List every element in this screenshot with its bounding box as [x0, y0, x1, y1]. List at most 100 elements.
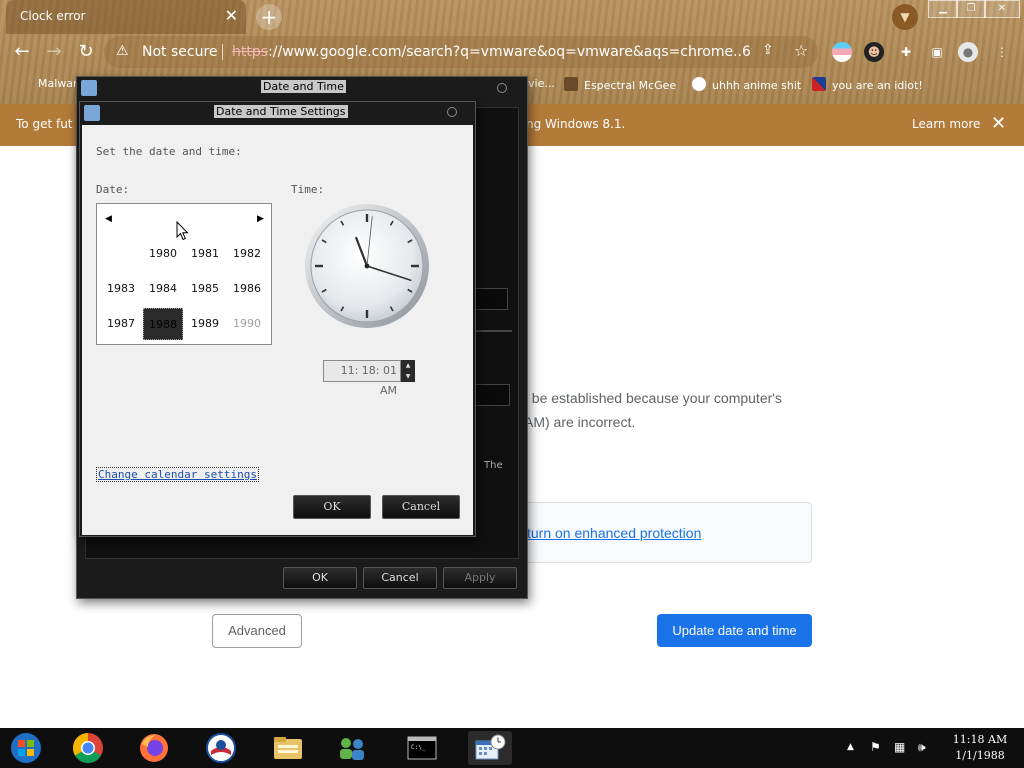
network-people-icon[interactable]	[334, 731, 370, 765]
year-cell[interactable]: 1984	[143, 273, 183, 305]
dialog-title-bar[interactable]: Date and Time	[77, 77, 527, 99]
settings-app-icon	[84, 105, 100, 121]
clock-error-description: t be established because your computer's…	[524, 386, 824, 434]
action-center-flag-icon[interactable]: ⚑	[870, 740, 881, 754]
change-calendar-settings-link[interactable]: Change calendar settings	[96, 467, 259, 482]
year-cell[interactable]: 1982	[227, 238, 267, 270]
url-scheme: https	[232, 44, 269, 60]
enhanced-protection-link[interactable]: turn on enhanced protection	[527, 525, 701, 541]
bookmark-item[interactable]: Espectral McGee	[564, 77, 676, 92]
time-down-arrow-icon[interactable]: ▼	[401, 371, 415, 382]
security-label[interactable]: Not secure	[142, 44, 218, 60]
year-cell-next-decade[interactable]: 1990	[227, 308, 267, 340]
network-icon[interactable]: ▦	[894, 740, 905, 754]
time-up-arrow-icon[interactable]: ▲	[401, 360, 415, 371]
cmd-icon[interactable]: C:\_	[404, 731, 440, 765]
share-icon[interactable]: ⇪	[762, 42, 774, 58]
apply-button: Apply	[443, 567, 517, 589]
date-time-icon[interactable]	[468, 731, 512, 765]
bookmark-item[interactable]: you are an idiot!	[812, 77, 923, 92]
mouse-cursor-icon	[176, 221, 189, 241]
avatar-extension-icon[interactable]: ☻	[864, 42, 884, 62]
advanced-button[interactable]: Advanced	[212, 614, 302, 648]
tab-clock-error[interactable]: Clock error ✕	[6, 0, 246, 34]
enhanced-protection-box: turn on enhanced protection	[508, 502, 812, 563]
year-cell[interactable]: 1983	[101, 273, 141, 305]
menu-dots-icon[interactable]: ⋮	[992, 42, 1012, 62]
chrome-icon[interactable]	[70, 731, 106, 765]
back-arrow-icon[interactable]: ←	[10, 40, 34, 64]
year-cell[interactable]: 1981	[185, 238, 225, 270]
error-line-2: AM) are incorrect.	[524, 414, 636, 430]
url-text[interactable]: https://www.google.com/search?q=vmware&o…	[232, 44, 752, 60]
update-date-time-button[interactable]: Update date and time	[657, 614, 812, 647]
restore-button[interactable]: ❐	[956, 0, 986, 18]
year-cell[interactable]: 1986	[227, 273, 267, 305]
obama-icon[interactable]	[203, 731, 239, 765]
forward-arrow-icon[interactable]: →	[42, 40, 66, 64]
firefox-icon[interactable]	[136, 731, 172, 765]
clock-center	[364, 263, 370, 269]
tab-search-chevron-icon[interactable]: ▼	[892, 4, 918, 30]
windows-start-icon[interactable]	[8, 731, 44, 765]
change-time-zone-ghost[interactable]	[474, 384, 510, 406]
profile-avatar-icon[interactable]: ●	[958, 42, 978, 62]
address-bar[interactable]: ⚠ Not secure https://www.google.com/sear…	[104, 36, 818, 68]
selected-year-cell[interactable]: 1988	[143, 308, 183, 340]
date-and-time-settings-dialog: Date and Time Settings Set the date and …	[79, 101, 476, 537]
tab-close-icon[interactable]: ✕	[225, 6, 238, 26]
minimize-button[interactable]: ▁	[928, 0, 958, 18]
bookmark-favicon-icon	[812, 77, 826, 91]
svg-text:C:\_: C:\_	[411, 744, 426, 751]
settings-ok-button[interactable]: OK	[293, 495, 371, 519]
learn-more-link[interactable]: Learn more	[912, 117, 980, 131]
bookmark-favicon-icon	[564, 77, 578, 91]
bookmark-star-icon[interactable]: ☆	[794, 41, 808, 60]
taskbar-time: 11:18 AM	[952, 733, 1008, 746]
bookmark-item[interactable]: uhhh anime shit	[692, 77, 801, 92]
change-button-ghost[interactable]	[474, 288, 508, 310]
show-hidden-icons-icon[interactable]: ▲	[847, 742, 854, 752]
bookmark-item[interactable]: vie...	[528, 77, 555, 90]
infobar-message-start: To get fut	[16, 117, 73, 131]
analog-clock	[305, 204, 429, 328]
dialog-close-icon[interactable]	[497, 83, 507, 93]
previous-decade-arrow-icon[interactable]: ◀	[105, 214, 112, 224]
date-time-app-icon	[81, 80, 97, 96]
taskbar-clock[interactable]: 11:18 AM 1/1/1988	[945, 732, 1015, 764]
reload-icon[interactable]: ↻	[74, 40, 98, 64]
back-cancel-button[interactable]: Cancel	[363, 567, 437, 589]
year-cell[interactable]: 1980	[143, 238, 183, 270]
time-input[interactable]: 11: 18: 01 AM	[323, 360, 401, 397]
volume-icon[interactable]: 🕪	[918, 740, 926, 755]
new-tab-button[interactable]: +	[256, 4, 282, 30]
extensions-puzzle-icon[interactable]: ✚	[896, 42, 916, 62]
next-decade-arrow-icon[interactable]: ▶	[257, 214, 264, 224]
side-panel-icon[interactable]: ▣	[927, 42, 947, 62]
infobar-close-icon[interactable]: ✕	[991, 113, 1006, 134]
back-ok-button[interactable]: OK	[283, 567, 357, 589]
error-line-1: t be established because your computer's	[524, 390, 782, 406]
warning-icon[interactable]: ⚠	[116, 43, 129, 59]
tab-title: Clock error	[20, 9, 86, 23]
taskbar-date: 1/1/1988	[955, 749, 1005, 762]
year-cell[interactable]: 1985	[185, 273, 225, 305]
year-cell[interactable]: 1989	[185, 308, 225, 340]
settings-close-icon[interactable]	[447, 107, 457, 117]
omnibox-separator	[222, 44, 223, 60]
time-label: Time:	[291, 183, 325, 196]
settings-cancel-button[interactable]: Cancel	[382, 495, 460, 519]
file-explorer-icon[interactable]	[270, 731, 306, 765]
toolbar: ← → ↻ ⚠ Not secure https://www.google.co…	[0, 34, 1024, 70]
time-spinner[interactable]: 11: 18: 01 AM ▲ ▼	[323, 360, 415, 397]
infobar-message-end: ng Windows 8.1.	[526, 117, 626, 131]
ghost-text: The	[484, 460, 503, 471]
url-rest: ://www.google.com/search?q=vmware&oq=vmw…	[268, 44, 752, 60]
window-close-button[interactable]: ✕	[984, 0, 1020, 18]
bookmark-favicon-icon	[692, 77, 706, 91]
year-cell[interactable]: 1987	[101, 308, 141, 340]
divider	[474, 330, 512, 332]
bookmark-item[interactable]: Malwar	[38, 77, 78, 90]
trans-flag-extension-icon[interactable]	[832, 42, 852, 62]
date-label: Date:	[96, 183, 130, 196]
